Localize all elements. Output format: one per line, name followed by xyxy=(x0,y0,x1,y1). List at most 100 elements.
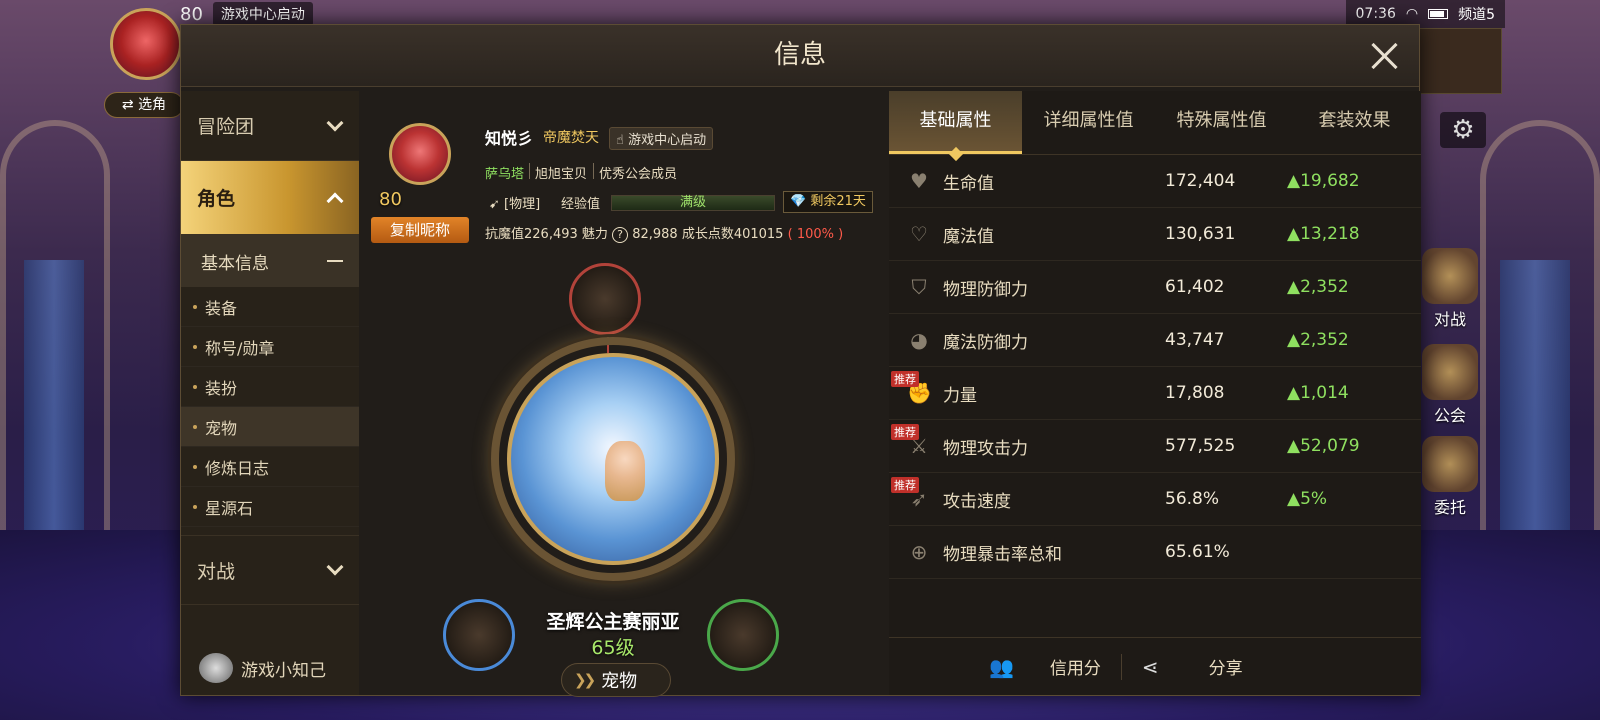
damage-type-label: [物理] xyxy=(504,197,541,212)
background-pillar-left xyxy=(24,260,84,560)
nav-item-avatar[interactable]: 装扮 xyxy=(181,367,359,407)
stat-value: 56.8% xyxy=(1165,489,1220,509)
tab-basic-attributes[interactable]: 基础属性 xyxy=(889,91,1022,154)
stat-row: 推荐 ⚔ 物理攻击力 577,525 ▲52,079 xyxy=(889,420,1421,473)
settings-gear-icon[interactable]: ⚙ xyxy=(1440,112,1486,148)
nav-section-character[interactable]: 角色 xyxy=(181,161,359,235)
tab-set-effects[interactable]: 套装效果 xyxy=(1288,91,1421,154)
recommend-badge: 推荐 xyxy=(891,424,919,440)
battery-icon xyxy=(1428,9,1449,19)
game-tips-label: 游戏小知己 xyxy=(241,660,326,681)
stat-value: 17,808 xyxy=(1165,383,1225,403)
shield-icon: ⛉ xyxy=(911,275,927,299)
nav-section-label: 冒险团 xyxy=(197,116,255,138)
nav-item-label: 宠物 xyxy=(205,418,238,438)
stat-increase: ▲2,352 xyxy=(1287,330,1349,350)
stat-name: 魔法防御力 xyxy=(943,332,1028,353)
divider xyxy=(1120,653,1122,680)
remaining-days-label: 剩余21天 xyxy=(810,194,866,209)
bullet-icon xyxy=(193,424,197,429)
tab-detailed-attributes[interactable]: 详细属性值 xyxy=(1022,91,1155,154)
nav-item-equipment[interactable]: 装备 xyxy=(181,287,359,327)
side-menu-commission[interactable]: 委托 xyxy=(1418,436,1482,518)
nav-sub-basic-info[interactable]: 基本信息 xyxy=(181,235,359,287)
damage-type-tag: ➹ [物理] xyxy=(489,193,540,212)
chevron-down-icon xyxy=(326,558,344,576)
chevron-down-icon xyxy=(326,114,344,131)
help-question-icon[interactable]: ? xyxy=(612,227,629,243)
player-avatar[interactable] xyxy=(110,8,182,80)
side-menu-battle[interactable]: 对战 xyxy=(1418,248,1482,330)
stat-row: ⛉ 物理防御力 61,402 ▲2,352 xyxy=(889,261,1421,314)
stat-list: ♥ 生命值 172,404 ▲19,682 ♡ 魔法值 130,631 ▲13,218 ⛉ 物理防… xyxy=(889,155,1421,579)
nav-item-label: 修炼日志 xyxy=(205,458,270,478)
nav-section-label: 角色 xyxy=(197,188,236,210)
bullet-icon xyxy=(193,384,197,389)
stat-row: ♥ 生命值 172,404 ▲19,682 xyxy=(889,155,1421,208)
share-icon: ⋖ xyxy=(1141,654,1159,679)
character-class: 帝魔焚天 xyxy=(543,130,599,146)
share-label: 分享 xyxy=(1208,659,1243,679)
stat-value: 43,747 xyxy=(1165,330,1225,350)
diamond-icon: 💎 xyxy=(790,194,807,209)
nav-item-label: 星源石 xyxy=(205,498,254,518)
heart-icon: ♥ xyxy=(910,169,928,193)
nav-item-training-log[interactable]: 修炼日志 xyxy=(181,447,359,487)
close-icon[interactable] xyxy=(1367,39,1401,73)
character-avatar xyxy=(389,123,451,185)
nav-item-label: 称号/勋章 xyxy=(205,338,275,358)
exp-bar: 满级 xyxy=(611,195,775,211)
stat-value: 577,525 xyxy=(1165,436,1236,456)
nav-item-star-stone[interactable]: 星源石 xyxy=(181,487,359,527)
nav-section-adventure-team[interactable]: 冒险团 xyxy=(181,91,359,161)
stat-name: 物理防御力 xyxy=(943,279,1028,300)
nav-section-battle[interactable]: 对战 xyxy=(181,535,359,605)
credit-score-button[interactable]: 👥 信用分 xyxy=(989,654,1101,680)
channel-label: 频道5 xyxy=(1458,7,1495,23)
share-button[interactable]: ⋖ 分享 xyxy=(1141,654,1243,680)
side-menu-label: 公会 xyxy=(1433,406,1466,425)
switch-role-button[interactable]: ⇄ 选角 xyxy=(104,92,184,118)
stat-increase: ▲52,079 xyxy=(1287,436,1360,456)
wifi-icon: ◠ xyxy=(1405,6,1419,22)
launch-badge: ☝ 游戏中心启动 xyxy=(609,127,714,150)
group-icon: 👥 xyxy=(989,654,1014,679)
character-level: 80 xyxy=(379,189,402,210)
stat-row: 推荐 ✊ 力量 17,808 ▲1,014 xyxy=(889,367,1421,420)
pet-name: 圣辉公主赛丽亚 xyxy=(546,611,680,633)
crosshair-icon: ⊕ xyxy=(910,540,928,564)
side-menu-label: 对战 xyxy=(1433,310,1466,329)
divider xyxy=(593,163,594,179)
collapse-minus-icon xyxy=(327,260,343,262)
double-chevron-icon: ❯❯ xyxy=(574,671,596,689)
clock: 07:36 xyxy=(1355,6,1396,22)
resist-charm-label: 抗魔值226,493 魅力 xyxy=(485,227,608,242)
pet-equip-slot-top[interactable] xyxy=(569,263,641,335)
attribute-tabs: 基础属性 详细属性值 特殊属性值 套装效果 xyxy=(889,91,1421,155)
modal-header: 信息 xyxy=(181,25,1419,87)
nav-item-pet[interactable]: 宠物 xyxy=(181,407,359,447)
bullet-icon xyxy=(193,464,197,469)
stat-name: 物理攻击力 xyxy=(943,438,1028,459)
growth-points: 成长点数401015 xyxy=(681,227,784,242)
pet-button[interactable]: ❯❯ 宠物 xyxy=(561,663,671,697)
tab-special-attributes[interactable]: 特殊属性值 xyxy=(1155,91,1288,154)
background-pillar-right xyxy=(1500,260,1570,560)
pet-display: 圣辉公主赛丽亚 65级 ❯❯ 宠物 xyxy=(371,251,881,697)
bullet-icon xyxy=(193,304,197,309)
attributes-panel: 基础属性 详细属性值 特殊属性值 套装效果 ♥ 生命值 172,404 ▲19,682… xyxy=(889,91,1421,695)
copy-nickname-button[interactable]: 复制昵称 xyxy=(371,217,469,243)
nav-item-titles[interactable]: 称号/勋章 xyxy=(181,327,359,367)
stat-increase: ▲1,014 xyxy=(1287,383,1349,403)
stat-name: 攻击速度 xyxy=(943,491,1011,512)
game-tips-button[interactable]: 游戏小知己 xyxy=(199,653,326,683)
guild-name[interactable]: 旭旭宝贝 xyxy=(535,163,587,182)
minimap[interactable] xyxy=(1418,28,1502,94)
side-menu-guild[interactable]: 公会 xyxy=(1418,344,1482,426)
hud-launch-badge: 游戏中心启动 xyxy=(212,2,313,26)
exp-bar-text: 满级 xyxy=(679,195,706,210)
remaining-days-badge[interactable]: 💎 剩余21天 xyxy=(783,191,873,213)
recommend-badge: 推荐 xyxy=(891,477,919,493)
recommend-badge: 推荐 xyxy=(891,371,919,387)
bottom-actions: 👥 信用分 ⋖ 分享 xyxy=(889,637,1421,695)
